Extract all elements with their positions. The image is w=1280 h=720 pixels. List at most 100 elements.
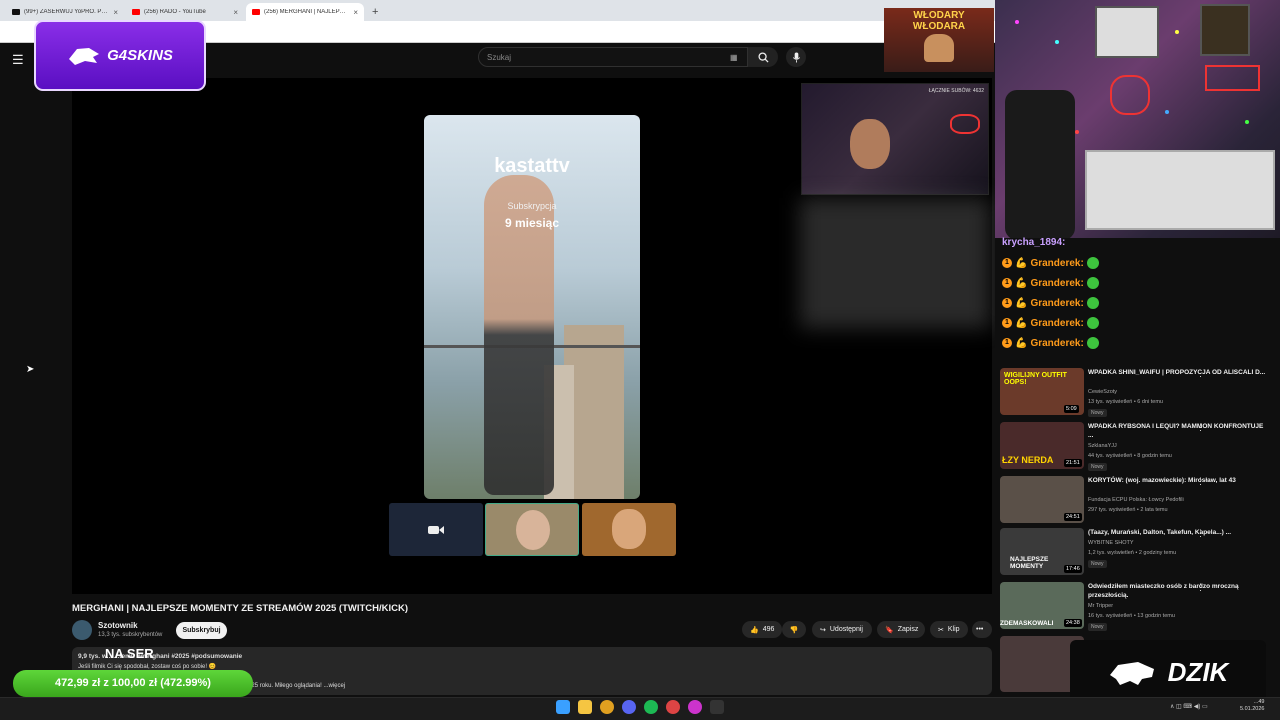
chat-username: Granderek:	[1030, 317, 1084, 329]
discord-icon[interactable]	[622, 700, 636, 714]
chat-username: krycha_1894:	[1002, 237, 1066, 248]
mouse-cursor-icon: ➤	[26, 364, 35, 375]
youtube-icon	[132, 9, 140, 15]
flex-icon: 💪	[1015, 277, 1028, 289]
description-line: Jeśli filmik Ci się spodobał, zostaw coś…	[78, 664, 217, 670]
new-badge: Nowy	[1088, 409, 1107, 417]
thumb-caption: NAJLEPSZE MOMENTY	[1010, 556, 1049, 570]
clip-button[interactable]: ✂ Klip	[930, 621, 968, 638]
capcut-icon[interactable]	[710, 700, 724, 714]
emote-icon	[1086, 257, 1099, 269]
close-tab-icon[interactable]: ×	[353, 8, 358, 17]
new-badge: Nowy	[1088, 463, 1107, 471]
boar-icon	[1109, 662, 1154, 685]
redbull-neon	[1205, 65, 1260, 91]
video-channel[interactable]: WYBITNE SHOTY	[1088, 540, 1134, 546]
close-tab-icon[interactable]: ×	[233, 8, 238, 17]
chrome-profile-icon[interactable]	[688, 700, 702, 714]
streamer-webcam: ŁĄCZNIE SUBÓW: 4632	[801, 83, 989, 195]
blurred-region	[800, 198, 990, 328]
phone-video-frame: kastattv Subskrypcja 9 miesiąc	[424, 115, 640, 499]
taskbar-clock[interactable]: ...49 5.01.2026	[1240, 699, 1264, 713]
spotify-icon[interactable]	[644, 700, 658, 714]
more-vert-icon[interactable]: ⋮	[1196, 422, 1205, 433]
chat-username: Granderek:	[1030, 297, 1084, 309]
badge-icon: 1	[1002, 278, 1012, 288]
browser-tab-2[interactable]: (256) RADO - YouTube ×	[126, 3, 244, 21]
chrome-icon[interactable]	[600, 700, 614, 714]
save-button[interactable]: 🔖 Zapisz	[877, 621, 925, 638]
more-vert-icon[interactable]: ⋮	[1196, 582, 1205, 593]
menu-icon[interactable]: ☰	[12, 52, 24, 68]
chrome-alt-icon[interactable]	[666, 700, 680, 714]
video-channel[interactable]: Mr Tripper	[1088, 603, 1113, 609]
subscribe-button[interactable]: Subskrybuj	[176, 622, 227, 639]
search-input[interactable]: Szukaj	[478, 47, 748, 67]
video-duration: 24:51	[1064, 513, 1082, 521]
flex-icon: 💪	[1015, 337, 1028, 349]
channel-name[interactable]: Szotownik	[98, 621, 138, 630]
flex-icon: 💪	[1015, 297, 1028, 309]
thumb-caption: ZDEMASKOWALI	[1000, 620, 1054, 627]
system-tray[interactable]: ∧ ◫ ⌨ ◀) ▭	[1170, 703, 1208, 710]
sub-label: Subskrypcja	[507, 201, 557, 211]
video-meta: 13 tys. wyświetleń • 6 dni temu	[1088, 399, 1163, 405]
thumb-caption: ŁZY NERDA	[1002, 455, 1054, 465]
badge-icon: 1	[1002, 338, 1012, 348]
close-tab-icon[interactable]: ×	[113, 8, 118, 17]
sidebar-video[interactable]: ŁZY NERDA 21:51 WPADKA RYBSONA I LEQUI? …	[1000, 422, 1280, 474]
fairy-light	[1055, 40, 1059, 44]
video-meta: 1,2 tys. wyświetleń • 2 godziny temu	[1088, 550, 1177, 556]
scissors-icon: ✂	[938, 626, 944, 634]
more-vert-icon[interactable]: ⋮	[1196, 368, 1205, 379]
browser-tab-1[interactable]: (99+) ZASERWUJ YoPRO. PEŁNI ×	[6, 3, 124, 21]
video-title[interactable]: WPADKA RYBSONA I LEQUI? MAMMON KONFRONTU…	[1088, 422, 1268, 440]
gaming-chair	[1005, 90, 1075, 238]
donation-goal-bar: 472,99 zł z 100,00 zł (472.99%)	[13, 670, 253, 697]
voice-search-button[interactable]	[786, 47, 806, 67]
channel-subscribers: 13,3 tys. subskrybentów	[98, 632, 163, 638]
windows-taskbar	[0, 697, 1280, 720]
sidebar-video[interactable]: NAJLEPSZE MOMENTY 17:46 (Taazy, Murański…	[1000, 528, 1280, 580]
windows-start-icon[interactable]	[556, 700, 570, 714]
video-title[interactable]: WPADKA SHINI_WAIFU | PROPOZYCJA OD ALISC…	[1088, 368, 1268, 377]
keyboard-icon[interactable]: ▦	[730, 53, 738, 62]
face-avatar	[516, 510, 550, 550]
more-vert-icon[interactable]: ⋮	[1196, 476, 1205, 487]
video-channel[interactable]: CewieSzoty	[1088, 389, 1117, 395]
share-button[interactable]: ↪ Udostępnij	[812, 621, 872, 638]
emote-icon	[1086, 317, 1099, 329]
emote-icon	[1086, 337, 1099, 349]
video-title[interactable]: KORYTÓW: (woj. mazowieckie): Mirosław, l…	[1088, 476, 1268, 485]
tab-label: (99+) ZASERWUJ YoPRO. PEŁNI	[24, 9, 110, 15]
video-duration: 17:46	[1064, 565, 1082, 573]
search-button[interactable]	[748, 47, 778, 67]
like-count: 496	[762, 626, 775, 633]
new-tab-button[interactable]: +	[366, 3, 384, 21]
badge-icon: 1	[1002, 318, 1012, 328]
chat-username: Granderek:	[1030, 277, 1084, 289]
tab-label: (256) RADO - YouTube	[144, 9, 206, 15]
video-title[interactable]: Odwiedziłem miasteczko osób z bardzo mro…	[1088, 582, 1268, 600]
more-actions-button[interactable]: •••	[972, 621, 992, 638]
sidebar-video[interactable]: 24:51 KORYTÓW: (woj. mazowieckie): Miros…	[1000, 476, 1280, 528]
video-channel[interactable]: Fundacja ECPU Polska: Łowcy Pedofili	[1088, 497, 1184, 503]
channel-avatar[interactable]	[72, 620, 92, 640]
video-title[interactable]: (Taazy, Murański, Dalton, Takefun, Kapel…	[1088, 528, 1268, 537]
dzik-logo: DZIK	[1070, 640, 1266, 704]
file-explorer-icon[interactable]	[578, 700, 592, 714]
browser-tab-3[interactable]: (256) MERGHANI | NAJLEPSZE ×	[246, 3, 364, 21]
face-avatar	[612, 509, 646, 549]
like-button[interactable]: 👍 496	[742, 621, 782, 638]
banner-figure	[924, 34, 954, 62]
chat-message: 1 💪 Granderek:	[1002, 257, 1099, 269]
sidebar-video[interactable]: ZDEMASKOWALI 24:38 Odwiedziłem miasteczk…	[1000, 582, 1280, 634]
more-vert-icon[interactable]: ⋮	[1196, 528, 1205, 539]
tiktok-icon	[12, 9, 20, 15]
video-channel[interactable]: SzklanaYJJ	[1088, 443, 1117, 449]
microphone-icon	[792, 51, 800, 63]
sidebar-video[interactable]: WIGILIJNY OUTFIT OOPS! 5:09 WPADKA SHINI…	[1000, 368, 1280, 420]
clock-date: 5.01.2026	[1240, 706, 1265, 713]
banner-text: WŁODARY WŁODARA	[912, 10, 966, 32]
dislike-button[interactable]: 👎	[782, 621, 806, 638]
